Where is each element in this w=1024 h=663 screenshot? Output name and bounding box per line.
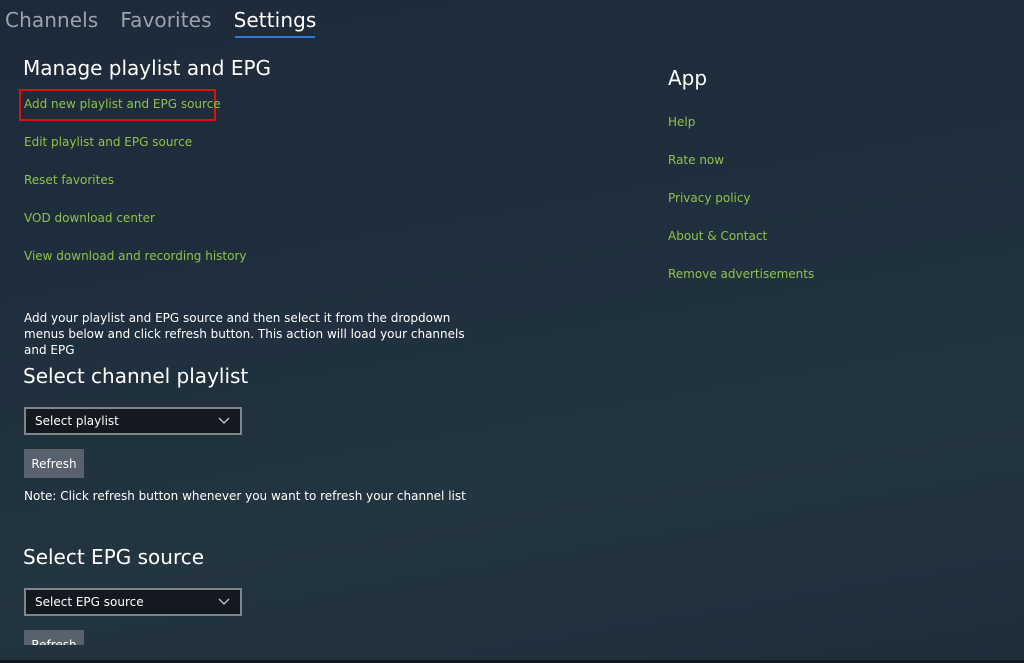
epg-dropdown[interactable]: Select EPG source (24, 588, 242, 616)
reset-favorites-link[interactable]: Reset favorites (24, 173, 114, 187)
help-link[interactable]: Help (668, 115, 695, 129)
rate-now-link[interactable]: Rate now (668, 153, 724, 167)
tab-channels[interactable]: Channels (5, 8, 98, 38)
epg-dropdown-value: Select EPG source (35, 595, 144, 609)
settings-page: Channels Favorites Settings Manage playl… (0, 0, 1024, 645)
top-tabs: Channels Favorites Settings (5, 8, 316, 38)
remove-ads-link[interactable]: Remove advertisements (668, 267, 814, 281)
playlist-refresh-button[interactable]: Refresh (24, 449, 84, 478)
epg-heading: Select EPG source (23, 545, 205, 569)
download-history-link[interactable]: View download and recording history (24, 249, 247, 263)
manage-heading: Manage playlist and EPG (23, 56, 272, 80)
tab-favorites[interactable]: Favorites (120, 8, 211, 38)
privacy-policy-link[interactable]: Privacy policy (668, 191, 751, 205)
chevron-down-icon (218, 598, 230, 605)
vod-download-center-link[interactable]: VOD download center (24, 211, 155, 225)
playlist-heading: Select channel playlist (23, 364, 249, 388)
playlist-dropdown-value: Select playlist (35, 414, 119, 428)
about-contact-link[interactable]: About & Contact (668, 229, 767, 243)
app-heading: App (668, 66, 708, 90)
tab-settings[interactable]: Settings (234, 8, 317, 38)
chevron-down-icon (218, 417, 230, 424)
playlist-dropdown[interactable]: Select playlist (24, 407, 242, 435)
instructions-text: Add your playlist and EPG source and the… (24, 311, 465, 357)
add-playlist-link[interactable]: Add new playlist and EPG source (24, 97, 221, 111)
edit-playlist-link[interactable]: Edit playlist and EPG source (24, 135, 192, 149)
epg-refresh-button[interactable]: Refresh (24, 630, 84, 645)
refresh-note: Note: Click refresh button whenever you … (24, 489, 466, 503)
